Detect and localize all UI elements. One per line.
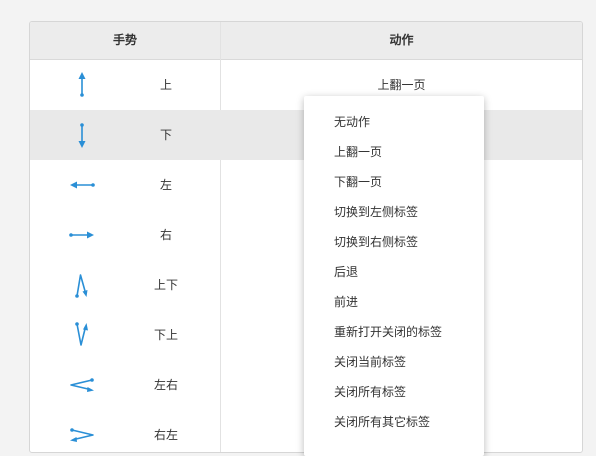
arrow-up-icon bbox=[78, 72, 86, 97]
header-gesture: 手势 bbox=[112, 33, 137, 47]
menu-item-switch-right-tab[interactable]: 切换到右侧标签 bbox=[304, 227, 484, 257]
gesture-label: 左 bbox=[159, 178, 172, 192]
menu-item-no-action[interactable]: 无动作 bbox=[304, 107, 484, 137]
gesture-label: 右左 bbox=[153, 428, 178, 442]
gesture-label: 下 bbox=[159, 128, 172, 142]
table-header: 手势 动作 bbox=[30, 22, 582, 60]
arrow-up-down-icon bbox=[75, 274, 88, 298]
gesture-label: 右 bbox=[159, 228, 172, 242]
arrow-right-left-icon bbox=[70, 428, 94, 442]
menu-item-close-other-tabs[interactable]: 关闭所有其它标签 bbox=[304, 407, 484, 437]
gesture-label: 上下 bbox=[153, 278, 178, 292]
arrow-down-up-icon bbox=[75, 322, 88, 346]
header-action: 动作 bbox=[389, 33, 414, 47]
action-dropdown-menu[interactable]: 无动作 上翻一页 下翻一页 切换到左侧标签 切换到右侧标签 后退 前进 重新打开… bbox=[304, 96, 484, 456]
gesture-label: 上 bbox=[159, 78, 172, 92]
gesture-label: 下上 bbox=[153, 328, 178, 342]
menu-item-page-up[interactable]: 上翻一页 bbox=[304, 137, 484, 167]
menu-item-page-down[interactable]: 下翻一页 bbox=[304, 167, 484, 197]
arrow-down-icon bbox=[78, 123, 86, 148]
arrow-right-icon bbox=[69, 231, 94, 239]
menu-item-forward[interactable]: 前进 bbox=[304, 287, 484, 317]
menu-item-switch-left-tab[interactable]: 切换到左侧标签 bbox=[304, 197, 484, 227]
menu-item-back[interactable]: 后退 bbox=[304, 257, 484, 287]
arrow-left-right-icon bbox=[70, 378, 94, 392]
arrow-left-icon bbox=[70, 181, 95, 189]
menu-item-reopen-closed-tab[interactable]: 重新打开关闭的标签 bbox=[304, 317, 484, 347]
menu-item-close-all-tabs[interactable]: 关闭所有标签 bbox=[304, 377, 484, 407]
menu-item-close-current-tab[interactable]: 关闭当前标签 bbox=[304, 347, 484, 377]
gesture-label: 左右 bbox=[153, 378, 178, 392]
